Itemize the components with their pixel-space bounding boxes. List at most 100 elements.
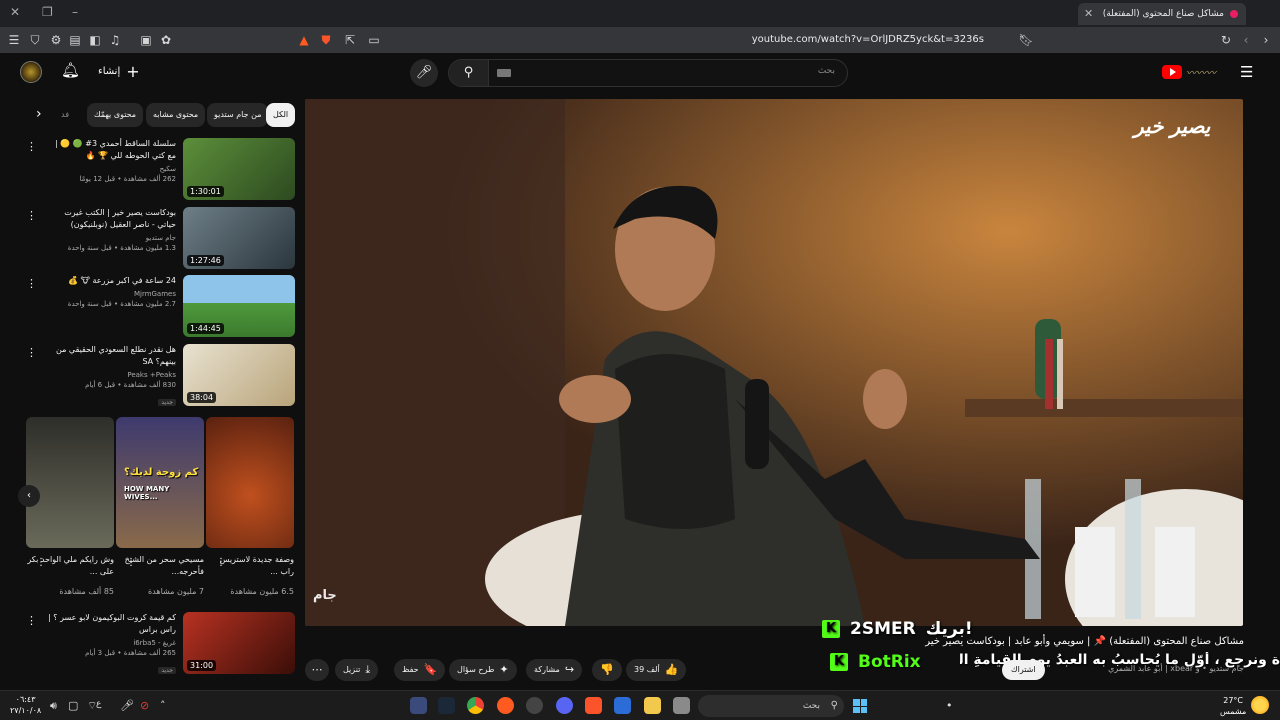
subscribe-button[interactable]: اشتراك	[1002, 660, 1045, 680]
video-title[interactable]: 24 ساعة في اكبر مزرعة 🐮 💰	[46, 275, 176, 287]
more-options-icon[interactable]: ⋮	[26, 209, 37, 222]
search-bar[interactable]: ⚲ بحث	[448, 59, 848, 87]
chevron-left-icon[interactable]: ‹	[18, 485, 40, 507]
app-icon[interactable]	[497, 697, 514, 714]
youtube-logo-icon[interactable]	[1162, 65, 1182, 79]
shield-icon[interactable]: ⛉	[27, 32, 43, 48]
more-options-icon[interactable]: ⋮	[26, 346, 37, 359]
channel-watermark[interactable]: جام	[313, 588, 337, 603]
youtube-brand-logo[interactable]: 〰〰〰	[1186, 64, 1216, 79]
short-title[interactable]: وصفة جديدة لاستريس راب ...	[206, 554, 294, 578]
tab-close-icon[interactable]: ✕	[1084, 7, 1093, 20]
settings-icon[interactable]: ⚙	[48, 32, 64, 48]
discord-icon[interactable]	[556, 697, 573, 714]
volume-icon[interactable]: 🔊︎	[50, 699, 57, 713]
list-item[interactable]: ⋮ سلسلة الساقط أحمدي 3# 🟢 🟡 | مع كتي الح…	[0, 138, 300, 202]
keyboard-icon[interactable]	[497, 69, 511, 77]
youtube-header: 🔔︎ إنشاء + 🎤︎ ⚲ بحث 〰〰〰 ☰	[0, 53, 1280, 93]
reload-icon[interactable]: ↻	[1218, 32, 1234, 48]
short-thumbnail[interactable]: كم زوجة لديك؟ HOW MANY WIVES...	[116, 417, 204, 548]
share-button[interactable]: مشاركة ↪	[526, 659, 583, 681]
short-thumbnail[interactable]	[26, 417, 114, 548]
video-thumbnail[interactable]: 1:30:01	[183, 138, 295, 200]
more-actions-button[interactable]: ⋯	[305, 659, 329, 681]
chip-similar[interactable]: محتوى مشابه	[146, 103, 206, 127]
brave-icon[interactable]	[585, 697, 602, 714]
clock[interactable]: ٠٦:٤٣ ٢٧/١٠/٠٨	[10, 694, 41, 716]
app-icon[interactable]	[526, 697, 543, 714]
short-title[interactable]: وش رايكم ملي الواحد بكر على ...	[26, 554, 114, 578]
create-button[interactable]: إنشاء +	[98, 62, 140, 81]
video-title[interactable]: هل نقدر نطلع السعودي الحقيقي من بينهم؟ S…	[46, 344, 176, 368]
search-input[interactable]: بحث	[818, 66, 835, 76]
list-item[interactable]: ⋮ بودكاست يصير خير | الكتب غيرت حياتي - …	[0, 207, 300, 271]
close-window-icon[interactable]: ✕	[10, 5, 20, 19]
record-icon[interactable]: ⊘	[140, 699, 149, 712]
keyboard-language[interactable]: ع	[96, 699, 101, 709]
more-options-icon[interactable]: ⋮	[26, 140, 37, 153]
channel-name[interactable]: MjrmGames	[46, 290, 176, 298]
minimize-window-icon[interactable]: –	[72, 5, 78, 19]
search-icon[interactable]: ⚲	[449, 60, 489, 86]
list-item[interactable]: ⋮ هل نقدر نطلع السعودي الحقيقي من بينهم؟…	[0, 344, 300, 408]
video-title[interactable]: كم قيمة كروت البوكيمون لابو عسر ؟ | راس …	[46, 612, 176, 636]
video-thumbnail[interactable]: 1:44:45	[183, 275, 295, 337]
mic-icon[interactable]: 🎤︎	[120, 699, 134, 712]
weather-widget[interactable]: 27°C مشمس	[1220, 695, 1246, 717]
browser-tab-active[interactable]: مشاكل صناع المحتوى (المفتعلة) ✕	[1078, 3, 1246, 25]
save-button[interactable]: حفظ 🔖	[394, 659, 446, 681]
notifications-bell-icon[interactable]: 🔔︎	[61, 61, 80, 79]
chevron-up-icon[interactable]: ˄	[160, 699, 166, 712]
download-button[interactable]: تنزيل ⤓	[335, 659, 379, 681]
store-icon[interactable]	[614, 697, 631, 714]
maximize-window-icon[interactable]: ❐	[42, 5, 53, 19]
chip-from-channel[interactable]: من جام ستديو	[207, 103, 269, 127]
chip-recommended[interactable]: محتوى يهمّك	[87, 103, 144, 127]
short-title[interactable]: مسيحي سحر من الشيخ فأحرجه...	[116, 554, 204, 578]
list-item[interactable]: ⋮ كم قيمة كروت البوكيمون لابو عسر ؟ | را…	[0, 612, 300, 676]
voice-search-mic-icon[interactable]: 🎤︎	[410, 59, 438, 87]
channel-name[interactable]: جام ستديو	[46, 234, 176, 242]
show-logo: يصير خير	[1134, 114, 1211, 138]
taskbar-search[interactable]: بحث ⚲	[698, 695, 844, 717]
steam-icon[interactable]	[438, 697, 455, 714]
music-icon[interactable]: ♫	[107, 32, 123, 48]
back-icon[interactable]: ‹	[1238, 32, 1254, 48]
taskbar-app-icon[interactable]	[410, 697, 427, 714]
sidebar-icon[interactable]: ◧	[87, 32, 103, 48]
list-item[interactable]: ⋮ 24 ساعة في اكبر مزرعة 🐮 💰 MjrmGames 2.…	[0, 275, 300, 339]
channel-name[interactable]: غريغ - i6rba5	[46, 639, 176, 647]
short-thumbnail[interactable]	[206, 417, 294, 548]
chip-all[interactable]: الكل	[266, 103, 296, 127]
extensions-icon[interactable]: ✿	[158, 32, 174, 48]
chip-partial[interactable]: فد	[58, 103, 80, 127]
chrome-icon[interactable]	[467, 697, 484, 714]
menu-icon[interactable]: ☰	[6, 32, 22, 48]
tab-list-icon[interactable]: ▣	[138, 32, 154, 48]
app-icon[interactable]	[673, 697, 690, 714]
like-button[interactable]: 39 ألف 👍	[626, 659, 687, 681]
more-options-icon[interactable]: ⋮	[26, 277, 37, 290]
video-player[interactable]	[305, 99, 1243, 626]
channel-line[interactable]: جام ستديو • و xbear | أبو عابد الشمري	[1108, 664, 1244, 673]
video-title[interactable]: بودكاست يصير خير | الكتب غيرت حياتي - نا…	[46, 207, 176, 231]
bookmark-icon[interactable]: 🔖︎	[1018, 32, 1034, 48]
chevron-right-icon[interactable]: ›	[36, 106, 42, 122]
dislike-button[interactable]: 👎	[592, 659, 622, 681]
video-thumbnail[interactable]: 38:04	[183, 344, 295, 406]
channel-name[interactable]: سكيح	[46, 165, 176, 173]
file-explorer-icon[interactable]	[644, 697, 661, 714]
video-thumbnail[interactable]: 1:27:46	[183, 207, 295, 269]
ask-button[interactable]: طرح سؤال ✦	[449, 659, 517, 681]
display-icon[interactable]: ▢	[68, 699, 78, 712]
channel-name[interactable]: Peaks +Peaks	[46, 371, 176, 379]
wallet-icon[interactable]: ▤	[67, 32, 83, 48]
more-options-icon[interactable]: ⋮	[26, 614, 37, 627]
forward-icon[interactable]: ›	[1258, 32, 1274, 48]
avatar[interactable]	[20, 61, 42, 83]
address-bar[interactable]: youtube.com/watch?v=OrlJDRZ5yck&t=3236s	[290, 29, 990, 51]
windows-start-icon[interactable]	[853, 699, 867, 713]
video-title[interactable]: سلسلة الساقط أحمدي 3# 🟢 🟡 | مع كتي الحوط…	[46, 138, 176, 162]
guide-menu-icon[interactable]: ☰	[1240, 63, 1253, 81]
video-thumbnail[interactable]: 31:00	[183, 612, 295, 674]
